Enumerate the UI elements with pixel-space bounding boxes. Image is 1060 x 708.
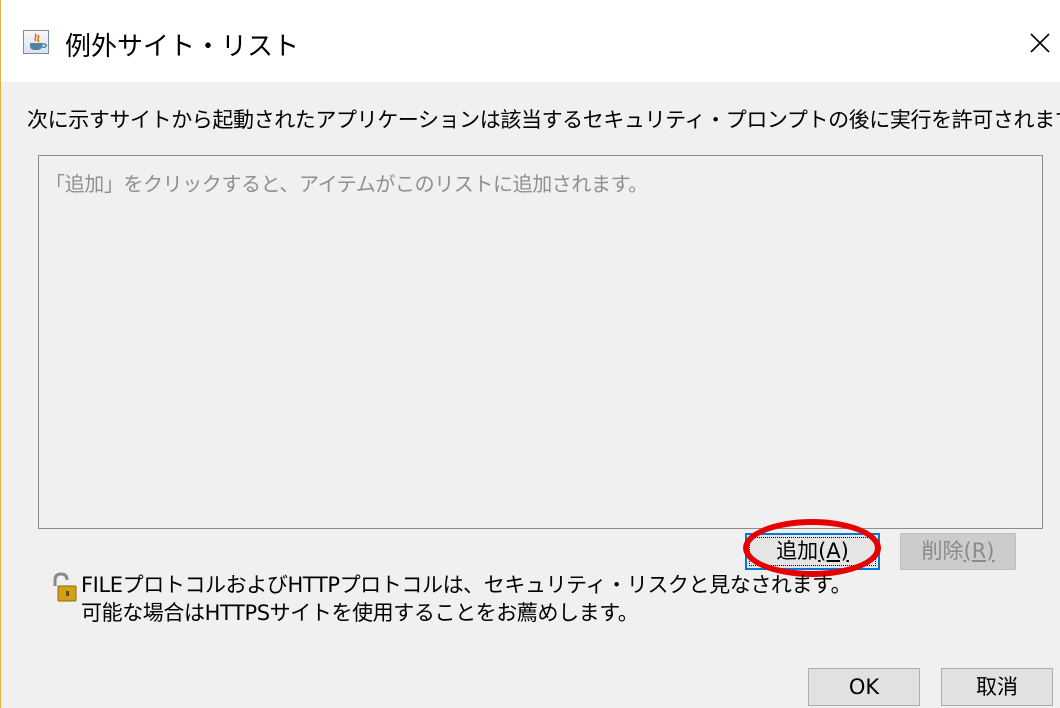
remove-button-label: 削除 — [921, 539, 964, 563]
ok-button[interactable]: OK — [808, 668, 920, 706]
java-icon — [23, 30, 49, 54]
cancel-button[interactable]: 取消 — [941, 668, 1053, 706]
description-text: 次に示すサイトから起動されたアプリケーションは該当するセキュリティ・プロンプトの… — [27, 108, 1060, 132]
unlocked-padlock-icon — [53, 572, 77, 602]
exception-site-list[interactable]: 「追加」をクリックすると、アイテムがこのリストに追加されます。 — [38, 155, 1043, 529]
focus-indicator — [749, 537, 876, 566]
site-list-placeholder: 「追加」をクリックすると、アイテムがこのリストに追加されます。 — [45, 172, 648, 196]
exception-site-list-dialog: 例外サイト・リスト 次に示すサイトから起動されたアプリケーションは該当するセキュ… — [0, 0, 1060, 708]
add-button[interactable]: 追加(A) — [745, 533, 880, 570]
remove-button-mnemonic: (R) — [963, 539, 995, 563]
security-warning-line-1: FILEプロトコルおよびHTTPプロトコルは、セキュリティ・リスクと見なされます… — [81, 573, 852, 597]
window-title: 例外サイト・リスト — [65, 32, 300, 62]
remove-button[interactable]: 削除(R) — [900, 533, 1016, 570]
close-icon — [1030, 33, 1050, 53]
security-warning-line-2: 可能な場合はHTTPSサイトを使用することをお薦めします。 — [81, 601, 639, 625]
close-button[interactable] — [1001, 18, 1060, 68]
title-bar[interactable]: 例外サイト・リスト — [1, 0, 1060, 82]
